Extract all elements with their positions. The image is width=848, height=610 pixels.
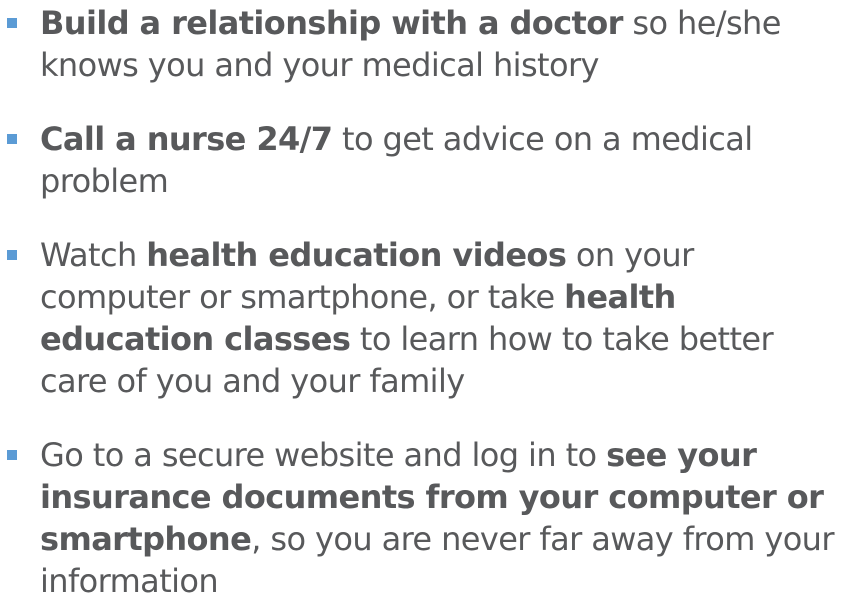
- bold-phrase: Call a nurse 24/7: [40, 120, 333, 158]
- square-bullet-icon: [7, 450, 17, 460]
- item-text: Go to a secure website and log in to: [40, 436, 607, 474]
- bold-phrase: Build a relationship with a doctor: [40, 4, 623, 42]
- list-item-nurse-line: Call a nurse 24/7 to get advice on a med…: [7, 118, 845, 202]
- square-bullet-icon: [7, 18, 17, 28]
- list-item-secure-website: Go to a secure website and log in to see…: [7, 434, 845, 602]
- benefits-list: Build a relationship with a doctor so he…: [0, 0, 848, 610]
- bold-phrase: health education videos: [146, 236, 567, 274]
- list-item-doctor-relationship: Build a relationship with a doctor so he…: [7, 2, 845, 86]
- square-bullet-icon: [7, 134, 17, 144]
- list-item-health-education: Watch health education videos on your co…: [7, 234, 845, 402]
- square-bullet-icon: [7, 250, 17, 260]
- item-text: Watch: [40, 236, 147, 274]
